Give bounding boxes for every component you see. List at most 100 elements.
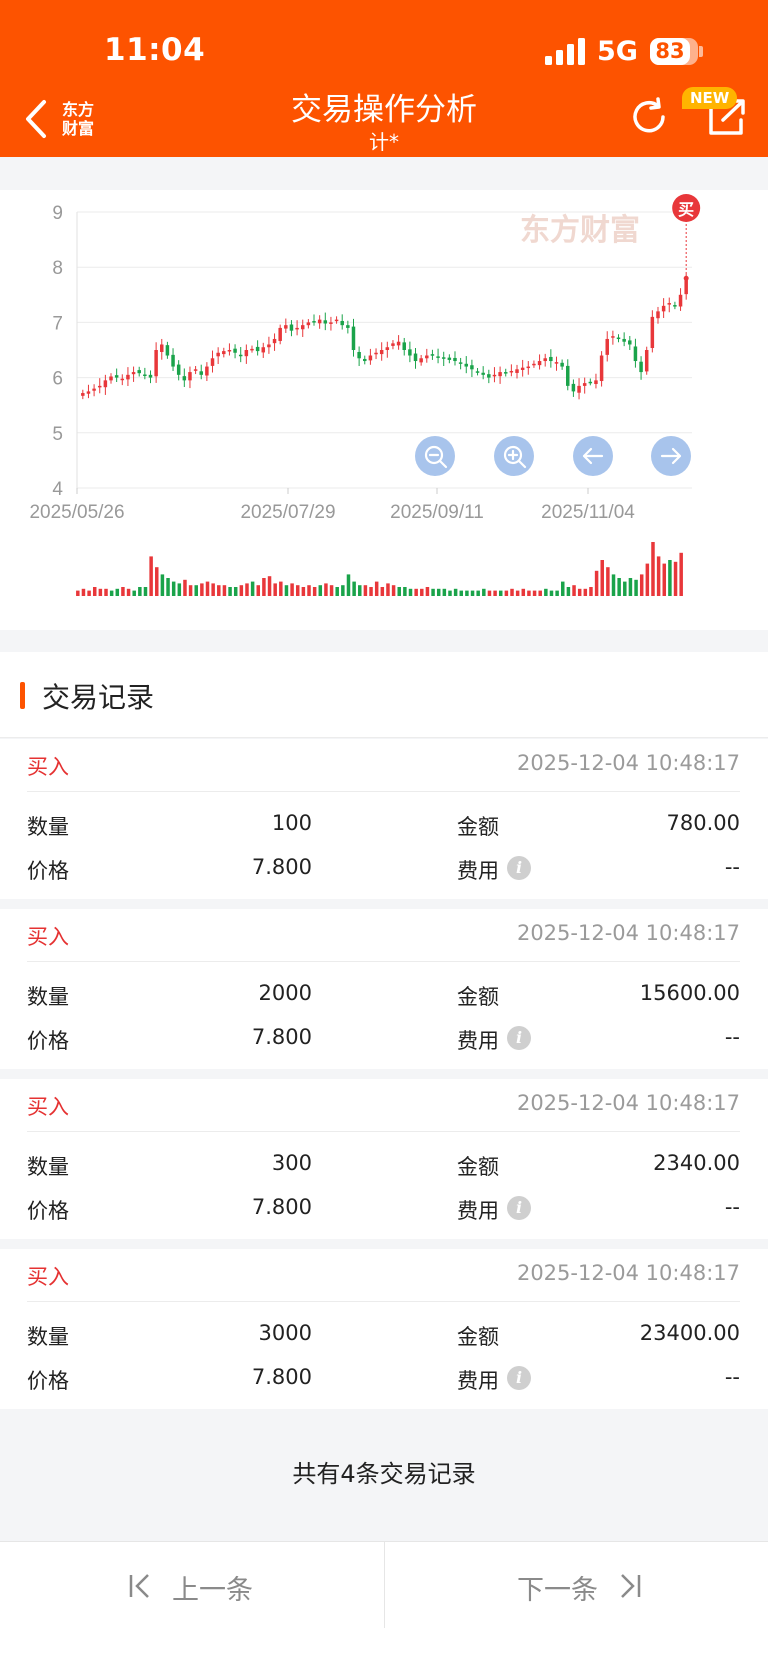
fee-label: 费用 — [457, 859, 499, 883]
candle-body — [549, 356, 553, 362]
qty-label: 数量 — [27, 1325, 69, 1349]
candle-body — [582, 383, 587, 386]
info-icon[interactable]: i — [507, 1026, 531, 1050]
candle-body — [509, 370, 514, 373]
qty-label: 数量 — [27, 985, 69, 1009]
volume-bar — [476, 590, 480, 596]
candle-body — [678, 294, 683, 307]
volume-bar — [155, 567, 159, 596]
volume-bar — [352, 581, 356, 596]
candle-body — [114, 375, 119, 378]
amount-label: 金额 — [457, 1155, 499, 1179]
candle-body — [481, 372, 485, 375]
trade-record[interactable]: 买入 2025-12-04 10:48:17 数量 2000 金额 15600.00 价格 7… — [0, 909, 768, 1069]
trade-record[interactable]: 买入 2025-12-04 10:48:17 数量 100 金额 780.00 价格 7.80… — [0, 739, 768, 899]
records-title: 交易记录 — [42, 681, 155, 714]
record-divider — [27, 961, 740, 962]
amount-value: 23400.00 — [639, 1321, 740, 1345]
volume-bar — [498, 590, 503, 596]
kline-chart[interactable]: 9 8 7 6 5 4 东方财富 买 2025/05/26 2025/07/29 2025/09/1… — [0, 190, 768, 630]
volume-bar — [482, 588, 486, 596]
candle-body — [622, 338, 626, 342]
status-time: 11:04 — [104, 32, 206, 68]
zoom-out-button[interactable] — [415, 436, 455, 476]
price-label: 价格 — [27, 859, 69, 883]
price-value: 7.800 — [251, 1025, 312, 1049]
zoom-in-button[interactable] — [494, 436, 534, 476]
candle-body — [374, 352, 378, 355]
volume-bar — [645, 563, 650, 596]
volume-bar — [634, 579, 638, 596]
kline-chart-card: 9 8 7 6 5 4 东方财富 买 2025/05/26 2025/07/29 2025/09/1… — [0, 190, 768, 630]
y-tick-label: 5 — [52, 424, 63, 445]
volume-bar — [425, 587, 430, 596]
candle-body — [233, 348, 237, 353]
candle-body — [92, 388, 96, 391]
arrow-right-button[interactable] — [651, 436, 691, 476]
volume-bar — [92, 587, 97, 596]
candle-body — [396, 341, 401, 346]
record-divider — [27, 1131, 740, 1132]
volume-bar — [442, 588, 447, 596]
y-tick-label: 8 — [52, 258, 63, 279]
info-icon[interactable]: i — [507, 856, 531, 880]
volume-bar — [132, 590, 136, 596]
candle-body — [526, 366, 531, 369]
qty-label: 数量 — [27, 815, 69, 839]
x-tick-label: 2025/11/04 — [541, 502, 635, 523]
candle-body — [205, 366, 209, 376]
refresh-icon[interactable] — [628, 96, 670, 138]
info-icon[interactable]: i — [507, 1196, 531, 1220]
candle-body — [131, 372, 136, 375]
candle-body — [667, 303, 672, 305]
volume-bar — [617, 578, 621, 596]
candle-body — [334, 319, 339, 322]
records-summary: 共有4条交易记录 — [0, 1410, 768, 1540]
amount-value: 2340.00 — [653, 1151, 740, 1175]
fee-value: -- — [724, 1025, 740, 1049]
candle-body — [312, 321, 316, 323]
volume-bar — [628, 578, 633, 596]
prev-record-button[interactable]: 上一条 — [0, 1542, 384, 1628]
volume-bar — [194, 585, 198, 596]
cellular-signal-icon — [545, 37, 585, 65]
candle-body — [323, 320, 328, 324]
volume-bar — [290, 583, 294, 596]
candle-body — [295, 327, 299, 330]
candle-body — [346, 325, 350, 328]
volume-bar — [369, 587, 373, 596]
volume-bar — [166, 578, 170, 596]
candle-body — [391, 343, 395, 346]
candle-body — [639, 361, 643, 373]
candle-body — [261, 347, 266, 353]
candle-body — [650, 316, 655, 349]
trade-type: 买入 — [27, 925, 69, 949]
trade-record[interactable]: 买入 2025-12-04 10:48:17 数量 300 金额 2340.00 价格 7.8… — [0, 1079, 768, 1239]
candle-body — [340, 320, 344, 326]
candle-body — [492, 374, 497, 377]
y-tick-label: 4 — [52, 479, 63, 500]
candle-body — [289, 324, 294, 331]
x-tick-label: 2025/05/26 — [29, 502, 124, 523]
candle-body — [86, 391, 91, 394]
y-tick-label: 6 — [52, 369, 63, 390]
battery-nub — [699, 46, 703, 57]
volume-bar — [149, 556, 153, 596]
candle-body — [278, 327, 282, 341]
trade-record[interactable]: 买入 2025-12-04 10:48:17 数量 3000 金额 23400.00 价格 7… — [0, 1249, 768, 1409]
network-type: 5G — [597, 36, 638, 67]
volume-bar — [453, 588, 458, 596]
x-tick-label: 2025/07/29 — [240, 502, 335, 523]
amount-label: 金额 — [457, 1325, 499, 1349]
next-record-button[interactable]: 下一条 — [385, 1542, 768, 1628]
amount-value: 15600.00 — [639, 981, 740, 1005]
volume-bar — [273, 583, 277, 596]
info-icon[interactable]: i — [507, 1366, 531, 1390]
volume-bar — [262, 578, 266, 596]
candle-body — [255, 346, 260, 352]
volume-bar — [98, 588, 103, 596]
volume-bar — [397, 587, 401, 596]
arrow-left-button[interactable] — [573, 436, 613, 476]
candle-body — [148, 374, 153, 378]
qty-value: 100 — [271, 811, 312, 835]
